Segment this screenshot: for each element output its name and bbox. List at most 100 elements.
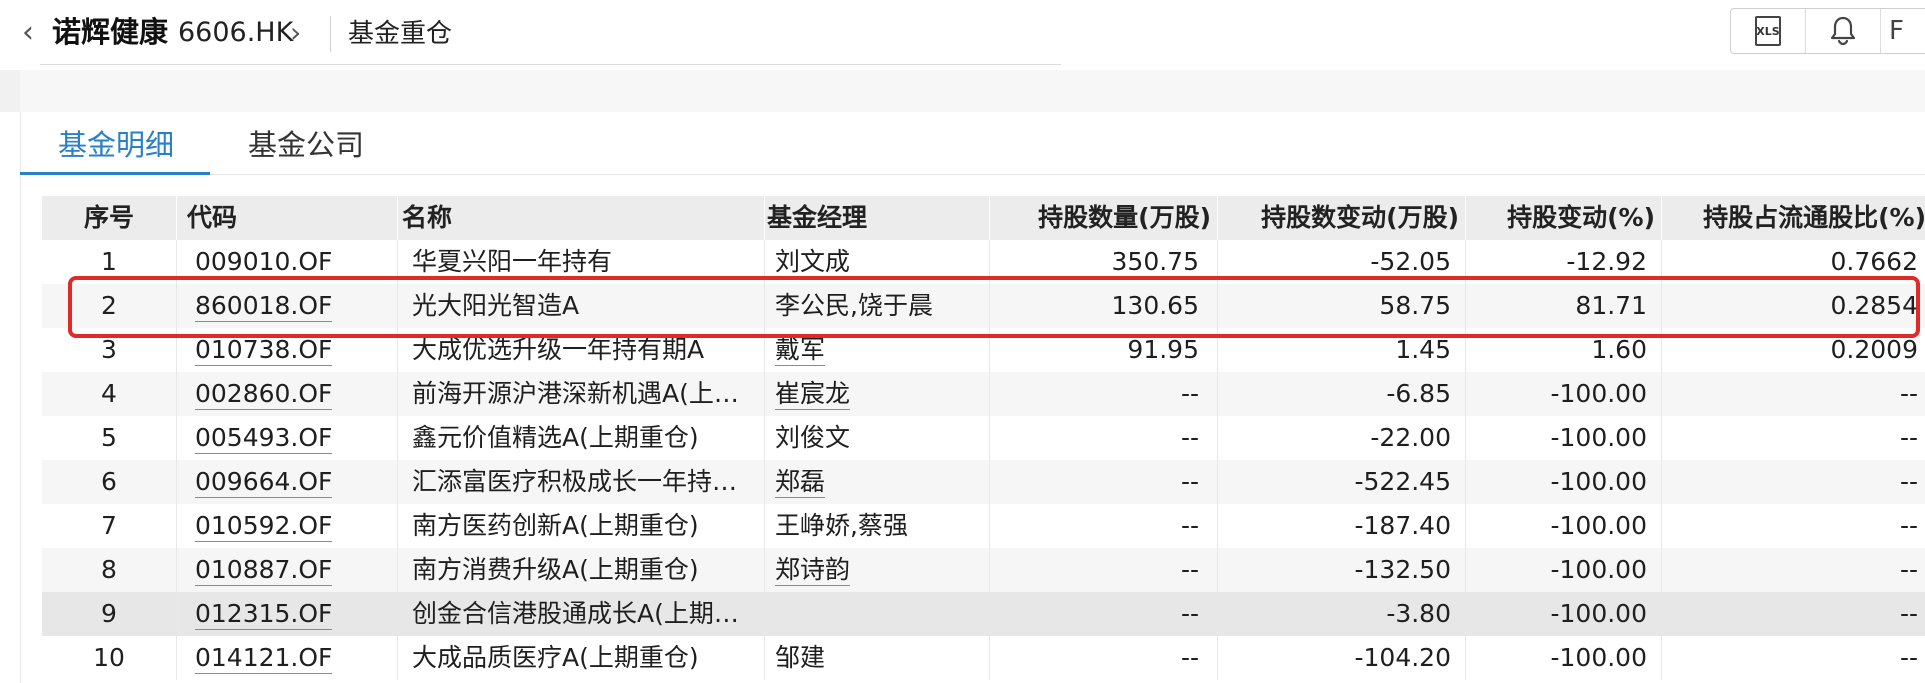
stock-name: 诺辉健康 <box>52 15 169 49</box>
change-pct-cell: -100.00 <box>1466 504 1662 548</box>
shares-cell: -- <box>990 416 1218 460</box>
shares-cell: -- <box>990 636 1218 680</box>
row-index: 10 <box>42 636 177 680</box>
header-code[interactable]: 代码 <box>177 196 398 240</box>
header-name[interactable]: 名称 <box>398 196 765 240</box>
stock-code: 6606.HK <box>178 17 294 48</box>
header-shares[interactable]: 持股数量(万股) <box>990 196 1218 240</box>
fund-name-cell: 南方消费升级A(上期重仓) <box>398 548 765 592</box>
fund-code-link[interactable]: 009010.OF <box>195 247 333 278</box>
fund-name-cell: 创金合信港股通成长A(上期… <box>398 592 765 636</box>
fund-code-cell: 009664.OF <box>177 460 398 504</box>
fund-code-link[interactable]: 002860.OF <box>195 379 333 410</box>
float-ratio-cell: -- <box>1662 504 1925 548</box>
fund-name-text: 创金合信港股通成长A(上期… <box>412 599 739 628</box>
fund-name-link[interactable]: 前海开源沪港深新机遇A(上… <box>412 372 739 416</box>
header-index[interactable]: 序号 <box>42 196 177 240</box>
row-index: 7 <box>42 504 177 548</box>
fund-name-cell: 南方医药创新A(上期重仓) <box>398 504 765 548</box>
shares-cell: -- <box>990 372 1218 416</box>
float-ratio-cell: -- <box>1662 592 1925 636</box>
float-ratio-cell: -- <box>1662 636 1925 680</box>
fund-name-text: 南方医药创新A(上期重仓) <box>412 511 699 540</box>
fund-code-link[interactable]: 005493.OF <box>195 423 333 454</box>
fund-code-link[interactable]: 010887.OF <box>195 555 333 586</box>
fund-name-link[interactable]: 汇添富医疗积极成长一年持… <box>412 460 737 504</box>
row-index: 6 <box>42 460 177 504</box>
manager-link[interactable]: 戴军 <box>775 335 826 366</box>
change-pct-cell: -100.00 <box>1466 460 1662 504</box>
fund-name-cell: 前海开源沪港深新机遇A(上… <box>398 372 765 416</box>
fund-code-link[interactable]: 010592.OF <box>195 511 333 542</box>
fund-code-link[interactable]: 014121.OF <box>195 643 333 674</box>
manager-link[interactable]: 郑磊 <box>775 467 826 498</box>
table-header: 序号 代码 名称 基金经理 持股数量(万股) 持股数变动(万股) 持股变动(%)… <box>42 196 1925 240</box>
manager-link[interactable]: 刘文成 <box>775 247 851 278</box>
change-pct-cell: -100.00 <box>1466 548 1662 592</box>
manager-text: 邹建 <box>775 643 826 672</box>
chevron-left-icon[interactable]: ‹ <box>22 18 40 48</box>
tab-fund-detail[interactable]: 基金明细 <box>58 123 174 167</box>
alert-button[interactable] <box>1806 9 1881 53</box>
header-manager[interactable]: 基金经理 <box>765 196 990 240</box>
shares-change-cell: -522.45 <box>1218 460 1466 504</box>
manager-cell: 郑磊 <box>765 460 990 504</box>
fund-code-link[interactable]: 010738.OF <box>195 335 333 366</box>
shares-change-cell: -3.80 <box>1218 592 1466 636</box>
manager-cell <box>765 592 990 636</box>
export-xls-button[interactable]: XLS <box>1731 9 1806 53</box>
tab-fund-company[interactable]: 基金公司 <box>248 123 364 167</box>
header-change-pct[interactable]: 持股变动(%) <box>1466 196 1662 240</box>
fund-name-text: 鑫元价值精选A(上期重仓) <box>412 423 699 452</box>
more-button[interactable]: F <box>1881 9 1925 53</box>
fund-code-cell: 005493.OF <box>177 416 398 460</box>
shares-change-cell: -104.20 <box>1218 636 1466 680</box>
manager-link[interactable]: 郑诗韵 <box>775 555 851 586</box>
row-index: 8 <box>42 548 177 592</box>
table-row[interactable]: 6 009664.OF 汇添富医疗积极成长一年持… 郑磊 -- -522.45 … <box>42 460 1925 504</box>
table-row[interactable]: 5 005493.OF 鑫元价值精选A(上期重仓) 刘俊文 -- -22.00 … <box>42 416 1925 460</box>
header-rule <box>40 64 1061 65</box>
tab-divider <box>210 174 1925 175</box>
row-index: 4 <box>42 372 177 416</box>
chevron-right-icon[interactable]: › <box>290 16 301 50</box>
xls-icon: XLS <box>1755 16 1781 46</box>
manager-cell: 邹建 <box>765 636 990 680</box>
float-ratio-cell: -- <box>1662 416 1925 460</box>
float-ratio-cell: -- <box>1662 460 1925 504</box>
shares-change-cell: -22.00 <box>1218 416 1466 460</box>
header-float-ratio[interactable]: 持股占流通股比(%) <box>1662 196 1925 240</box>
table-row[interactable]: 7 010592.OF 南方医药创新A(上期重仓) 王峥娇,蔡强 -- -187… <box>42 504 1925 548</box>
shares-change-cell: -6.85 <box>1218 372 1466 416</box>
fund-name-cell: 鑫元价值精选A(上期重仓) <box>398 416 765 460</box>
table-row[interactable]: 8 010887.OF 南方消费升级A(上期重仓) 郑诗韵 -- -132.50… <box>42 548 1925 592</box>
change-pct-cell: -100.00 <box>1466 416 1662 460</box>
fund-code-link[interactable]: 009664.OF <box>195 467 333 498</box>
shares-change-cell: -132.50 <box>1218 548 1466 592</box>
fund-code-cell: 010592.OF <box>177 504 398 548</box>
bell-icon <box>1830 16 1856 46</box>
table-row[interactable]: 9 012315.OF 创金合信港股通成长A(上期… -- -3.80 -100… <box>42 592 1925 636</box>
fund-name-text: 大成品质医疗A(上期重仓) <box>412 643 699 672</box>
manager-cell: 王峥娇,蔡强 <box>765 504 990 548</box>
shares-cell: -- <box>990 460 1218 504</box>
shares-cell: -- <box>990 592 1218 636</box>
page-title: 基金重仓 <box>348 19 453 49</box>
table-row[interactable]: 4 002860.OF 前海开源沪港深新机遇A(上… 崔宸龙 -- -6.85 … <box>42 372 1925 416</box>
change-pct-cell: -100.00 <box>1466 636 1662 680</box>
manager-cell: 崔宸龙 <box>765 372 990 416</box>
float-ratio-cell: -- <box>1662 372 1925 416</box>
header-divider <box>330 16 331 52</box>
header-shares-change[interactable]: 持股数变动(万股) <box>1218 196 1466 240</box>
table-row[interactable]: 10 014121.OF 大成品质医疗A(上期重仓) 邹建 -- -104.20… <box>42 636 1925 680</box>
manager-text: 王峥娇,蔡强 <box>775 511 908 540</box>
fund-name-cell: 大成品质医疗A(上期重仓) <box>398 636 765 680</box>
fund-code-cell: 014121.OF <box>177 636 398 680</box>
fund-name-cell: 汇添富医疗积极成长一年持… <box>398 460 765 504</box>
manager-text: 刘俊文 <box>775 423 851 452</box>
shares-change-cell: -187.40 <box>1218 504 1466 548</box>
float-ratio-cell: -- <box>1662 548 1925 592</box>
manager-link[interactable]: 崔宸龙 <box>775 379 851 410</box>
fund-code-cell: 012315.OF <box>177 592 398 636</box>
fund-code-link[interactable]: 012315.OF <box>195 599 333 630</box>
